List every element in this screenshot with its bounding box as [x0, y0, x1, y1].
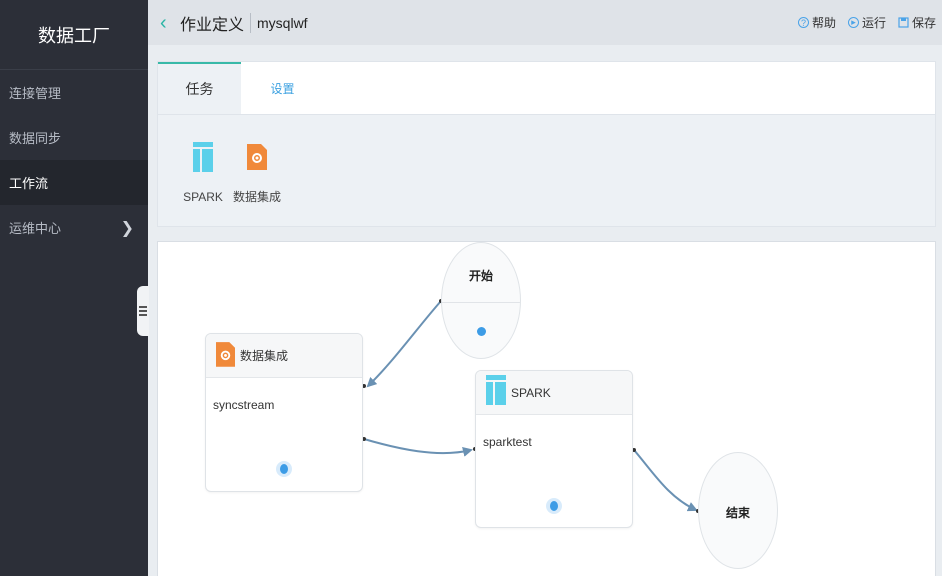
node-type: 数据集成	[240, 349, 289, 363]
header-divider	[250, 12, 252, 33]
run-label: 运行	[861, 16, 886, 30]
tool-label: SPARK	[183, 190, 223, 204]
tool-data-integration[interactable]: 数据集成	[233, 142, 281, 205]
end-node[interactable]: 结束	[698, 452, 778, 569]
node-header: SPARK	[476, 371, 632, 415]
workflow-canvas[interactable]: 开始 数据集成 syncstream SPARK sparktest 结束	[157, 241, 936, 576]
spark-icon	[193, 142, 213, 177]
save-icon	[898, 17, 909, 28]
tool-label: 数据集成	[233, 190, 282, 204]
edge-start-to-integration	[366, 300, 442, 388]
node-divider	[442, 302, 520, 303]
sidebar-item-workflow[interactable]: 工作流	[0, 160, 148, 205]
back-icon[interactable]: ‹	[160, 13, 174, 33]
help-icon: ?	[797, 17, 809, 28]
tab-tasks[interactable]: 任务	[158, 62, 241, 114]
save-label: 保存	[911, 16, 936, 30]
sidebar-item-label: 数据同步	[9, 131, 62, 146]
run-icon: ▸	[847, 17, 859, 28]
task-palette: SPARK 数据集成	[158, 115, 935, 205]
edge-integration-to-spark	[363, 438, 473, 457]
start-node[interactable]: 开始	[441, 242, 521, 359]
tab-settings[interactable]: 设置	[241, 62, 324, 114]
sidebar-item-ops-center[interactable]: 运维中心 ❯	[0, 205, 148, 250]
header: ‹ 作业定义 mysqlwf ? 帮助 ▸ 运行 保存	[148, 0, 942, 45]
task-node-syncstream[interactable]: 数据集成 syncstream	[205, 333, 363, 492]
task-panel: 任务 设置 SPARK 数据集成	[157, 61, 936, 227]
menu-icon	[139, 306, 147, 316]
node-name: sparktest	[483, 435, 532, 449]
node-type: SPARK	[511, 385, 551, 400]
spark-icon	[486, 375, 506, 410]
sidebar-item-label: 工作流	[9, 176, 49, 191]
node-name: syncstream	[213, 398, 275, 412]
sidebar-item-connections[interactable]: 连接管理	[0, 70, 148, 115]
save-button[interactable]: 保存	[898, 14, 936, 31]
tool-spark[interactable]: SPARK	[183, 142, 223, 205]
sidebar-item-label: 连接管理	[9, 86, 62, 101]
node-header: 数据集成	[206, 334, 362, 378]
app-title: 数据工厂	[0, 0, 148, 70]
end-label: 结束	[725, 506, 750, 520]
help-label: 帮助	[811, 16, 836, 30]
edge-spark-to-end	[633, 449, 698, 512]
sidebar-item-label: 运维中心	[9, 221, 62, 236]
run-button[interactable]: ▸ 运行	[847, 14, 886, 31]
start-label: 开始	[468, 269, 493, 283]
panel-tabs: 任务 设置	[158, 62, 935, 115]
task-node-sparktest[interactable]: SPARK sparktest	[475, 370, 633, 528]
status-dot	[477, 327, 486, 336]
help-button[interactable]: ? 帮助	[797, 14, 836, 31]
data-integration-icon	[216, 340, 235, 372]
status-dot	[276, 461, 292, 477]
page-title: 作业定义	[180, 16, 245, 34]
job-name: mysqlwf	[257, 14, 308, 31]
sidebar-item-data-sync[interactable]: 数据同步	[0, 115, 148, 160]
header-actions: ? 帮助 ▸ 运行 保存	[797, 0, 936, 45]
sidebar: 数据工厂 连接管理 数据同步 工作流 运维中心 ❯	[0, 0, 148, 576]
data-integration-icon	[247, 142, 267, 175]
chevron-right-icon: ❯	[120, 219, 134, 237]
sidebar-collapse-handle[interactable]	[137, 286, 149, 336]
status-dot	[546, 498, 562, 514]
